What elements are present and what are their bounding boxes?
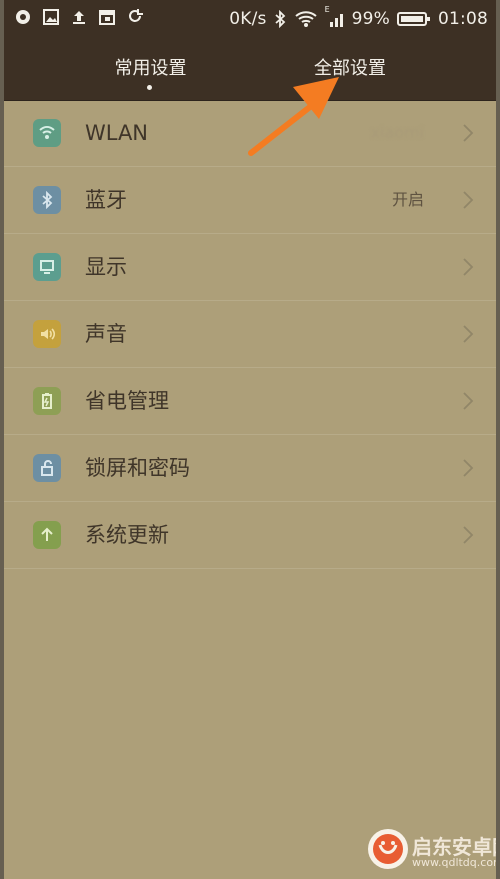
bluetooth-icon <box>274 10 287 28</box>
setting-row-sound[interactable]: 声音 <box>4 301 496 368</box>
watermark: 启东安卓网 www.qdltdq.com <box>354 819 496 879</box>
chevron-right-icon <box>463 459 474 477</box>
calendar-icon <box>98 8 116 30</box>
right-screen-edge <box>496 0 500 879</box>
tab-common-settings[interactable]: 常用设置 <box>109 56 192 82</box>
chevron-right-icon <box>463 191 474 209</box>
chevron-right-icon <box>463 526 474 544</box>
setting-label-display: 显示 <box>85 255 127 279</box>
clock: 01:08 <box>438 9 488 29</box>
settings-list: WLAN xiaomi 蓝牙 开启 显示 声音 省电管理 锁屏和密码 系统更新 <box>4 100 496 569</box>
setting-row-power-saving[interactable]: 省电管理 <box>4 368 496 435</box>
notification-icons <box>14 8 144 30</box>
display-icon <box>33 253 61 281</box>
chevron-right-icon <box>463 392 474 410</box>
settings-screen: 0K/s E 99% 01:08 常用设置 全部设置 WLAN xiaomi 蓝… <box>4 0 496 879</box>
setting-row-lock-screen[interactable]: 锁屏和密码 <box>4 435 496 502</box>
upload-icon <box>70 8 88 30</box>
bluetooth-icon <box>33 186 61 214</box>
message-icon <box>14 8 32 30</box>
active-tab-indicator <box>147 85 152 90</box>
battery-icon <box>397 10 431 28</box>
chevron-right-icon <box>463 124 474 142</box>
status-bar: 0K/s E 99% 01:08 <box>4 0 496 38</box>
sound-icon <box>33 320 61 348</box>
setting-row-display[interactable]: 显示 <box>4 234 496 301</box>
setting-label-system-update: 系统更新 <box>85 523 169 547</box>
setting-label-lock-screen: 锁屏和密码 <box>85 456 190 480</box>
signal-indicator: E <box>325 6 345 29</box>
connected-network-name: xiaomi <box>370 123 424 142</box>
setting-row-bluetooth[interactable]: 蓝牙 开启 <box>4 167 496 234</box>
chevron-right-icon <box>463 258 474 276</box>
setting-row-system-update[interactable]: 系统更新 <box>4 502 496 569</box>
wifi-icon <box>33 119 61 147</box>
setting-label-bluetooth: 蓝牙 <box>85 188 127 212</box>
setting-label-sound: 声音 <box>85 322 127 346</box>
battery-saver-icon <box>33 387 61 415</box>
watermark-url: www.qdltdq.com <box>412 856 496 869</box>
bluetooth-status: 开启 <box>391 190 424 209</box>
network-speed: 0K/s <box>229 9 267 29</box>
image-icon <box>42 8 60 30</box>
setting-label-power-saving: 省电管理 <box>85 389 169 413</box>
unlock-icon <box>33 454 61 482</box>
watermark-logo-icon <box>368 829 408 869</box>
wifi-icon <box>294 10 318 28</box>
settings-tabs: 常用设置 全部设置 <box>4 38 496 101</box>
signal-icon <box>329 14 343 27</box>
sync-icon <box>126 8 144 30</box>
chevron-right-icon <box>463 325 474 343</box>
tab-all-settings[interactable]: 全部设置 <box>309 56 391 82</box>
system-status: 0K/s E 99% 01:08 <box>229 6 488 31</box>
battery-percentage: 99% <box>351 9 390 29</box>
setting-label-wlan: WLAN <box>85 121 149 145</box>
setting-row-wlan[interactable]: WLAN xiaomi <box>4 100 496 167</box>
update-arrow-icon <box>33 521 61 549</box>
